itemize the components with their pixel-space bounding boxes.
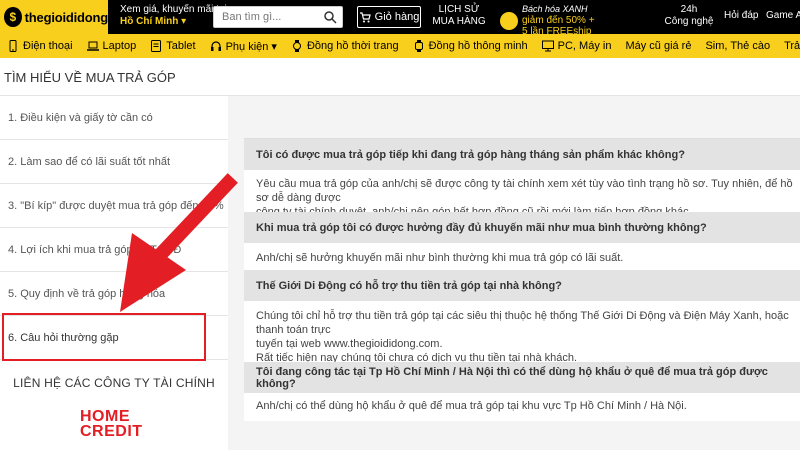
bhx-name: Bách hóa XANH [522, 4, 588, 14]
faq-question: Tôi có được mua trả góp tiếp khi đang tr… [244, 139, 800, 170]
faq-answer-line: Yêu cầu mua trả góp của anh/chị sẽ được … [256, 178, 793, 204]
faq-answer-line: Anh/chị sẽ hưởng khuyến mãi như bình thư… [256, 252, 624, 264]
search-icon[interactable] [323, 10, 337, 24]
game-app-link[interactable]: Game App [766, 10, 800, 21]
faq-question: Tôi đang công tác tại Tp Hồ Chí Minh / H… [244, 362, 800, 393]
history-line2: MUA HÀNG [432, 16, 486, 27]
sidebar-item-lai-suat[interactable]: 2. Làm sao để có lãi suất tốt nhất [0, 140, 228, 184]
faq-answer-line: tuyến tại web www.thegioididong.com. [256, 338, 443, 350]
sidebar-item-cau-hoi[interactable]: 6. Câu hỏi thường gặp [0, 316, 228, 360]
sidebar-item-label: 1. Điều kiện và giấy tờ cần có [8, 111, 153, 124]
nav-item-dien-thoai[interactable]: Điện thoại [0, 34, 80, 58]
bhx-offer-1: giảm đến 50% + [522, 15, 595, 26]
tablet-icon [151, 40, 162, 52]
location-value: Hồ Chí Minh ▾ [120, 16, 187, 27]
faq-answer: Anh/chị sẽ hưởng khuyến mãi như bình thư… [256, 251, 800, 265]
location-selector[interactable]: Xem giá, khuyến mãi tại Hồ Chí Minh ▾ [120, 4, 227, 28]
nav-label: Laptop [102, 40, 137, 52]
promo-label: Xem giá, khuyến mãi tại [120, 4, 227, 15]
site-logo[interactable]: $ thegioididong [0, 0, 108, 34]
nav-label: Trả góp, điện nư [784, 40, 800, 52]
nav-label: Điện thoại [23, 40, 73, 52]
headphone-icon [210, 41, 221, 51]
sidebar-item-label: 4. Lợi ích khi mua trả góp tại TGDĐ [8, 243, 182, 256]
sidebar-item-label: 3. "Bí kíp" được duyệt mua trả góp đến 9… [8, 199, 224, 212]
faq-panel: Tôi có được mua trả góp tiếp khi đang tr… [244, 138, 800, 421]
hc-line1: HOME [80, 408, 130, 425]
nav-item-sim-the-cao[interactable]: Sim, Thẻ cào [698, 34, 777, 58]
home-credit-logo[interactable]: HOME CREDIT [80, 408, 143, 440]
qa-link[interactable]: Hỏi đáp [724, 10, 758, 21]
sidebar-item-label: 6. Câu hỏi thường gặp [8, 331, 119, 344]
faq-question-text: Khi mua trả góp tôi có được hưởng đầy đủ… [256, 221, 707, 234]
nav-item-pc-may-in[interactable]: PC, Máy in [535, 34, 619, 58]
nav-label: Sim, Thẻ cào [705, 40, 771, 52]
faq-answer: Chúng tôi chỉ hỗ trợ thu tiền trả góp tạ… [256, 309, 800, 365]
faq-question-text: Tôi đang công tác tại Tp Hồ Chí Minh / H… [256, 365, 768, 390]
nav-item-may-cu[interactable]: Máy cũ giá rẻ [618, 34, 698, 58]
nav-item-phu-kien[interactable]: Phụ kiện ▾ [203, 34, 284, 58]
faq-question-text: Tôi có được mua trả góp tiếp khi đang tr… [256, 148, 685, 161]
nav-label: Máy cũ giá rẻ [625, 40, 692, 52]
sidebar-menu: 1. Điều kiện và giấy tờ cần có 2. Làm sa… [0, 96, 228, 450]
nav-label: Đồng hồ thông minh [428, 40, 528, 52]
tech-line2: Công nghệ [664, 16, 714, 27]
top-header: $ thegioididong Xem giá, khuyến mãi tại … [0, 0, 800, 37]
bhx-promo-banner[interactable]: Bách hóa XANH giảm đến 50% + 5 lần FREEs… [500, 4, 595, 37]
cart-button[interactable]: Giỏ hàng [357, 6, 421, 28]
sidebar-item-label: 5. Quy định về trả góp hàng hóa [8, 287, 166, 300]
search-box [213, 6, 343, 28]
faq-question-text: Thế Giới Di Động có hỗ trợ thu tiền trả … [256, 279, 562, 292]
search-input[interactable] [214, 7, 314, 27]
nav-item-dong-ho-thoi-trang[interactable]: Đồng hồ thời trang [284, 34, 406, 58]
order-history-link[interactable]: LỊCH SỬ MUA HÀNG [428, 4, 490, 28]
nav-item-tra-gop[interactable]: Trả góp, điện nư [777, 34, 800, 58]
pc-icon [541, 40, 554, 52]
logo-text: thegioididong [24, 9, 109, 25]
sidebar-item-dieu-kien[interactable]: 1. Điều kiện và giấy tờ cần có [0, 96, 228, 140]
smartwatch-icon [414, 40, 423, 52]
contact-finance-title: LIÊN HỆ CÁC CÔNG TY TÀI CHÍNH [13, 376, 215, 390]
nav-label: Tablet [166, 40, 196, 52]
logo-mark: $ [4, 7, 22, 27]
laptop-icon [86, 41, 99, 51]
faq-question: Khi mua trả góp tôi có được hưởng đầy đủ… [244, 212, 800, 243]
nav-label: Phụ kiện ▾ [225, 40, 277, 53]
faq-answer-line: Anh/chị có thể dùng hộ khẩu ở quê để mua… [256, 400, 687, 412]
bhx-logo-icon [500, 11, 518, 30]
faq-question: Thế Giới Di Động có hỗ trợ thu tiền trả … [244, 270, 800, 301]
cart-label: Giỏ hàng [374, 11, 420, 23]
history-line1: LỊCH SỬ [438, 4, 480, 15]
tech-line1: 24h [680, 4, 698, 15]
nav-item-laptop[interactable]: Laptop [80, 34, 144, 58]
faq-answer-line: Chúng tôi chỉ hỗ trợ thu tiền trả góp tạ… [256, 310, 789, 336]
sidebar-item-label: 2. Làm sao để có lãi suất tốt nhất [8, 155, 171, 168]
hc-line2: CREDIT [80, 423, 143, 440]
cart-icon [359, 12, 371, 23]
sidebar-item-loi-ich[interactable]: 4. Lợi ích khi mua trả góp tại TGDĐ [0, 228, 228, 272]
nav-label: PC, Máy in [557, 40, 612, 52]
phone-icon [9, 40, 17, 52]
tech-news-link[interactable]: 24h Công nghệ [664, 4, 714, 28]
nav-item-tablet[interactable]: Tablet [143, 34, 202, 58]
category-nav: Điện thoại Laptop Tablet Phụ kiện ▾ Đồng… [0, 34, 800, 58]
page-title: TÌM HIỂU VỀ MUA TRẢ GÓP [4, 70, 176, 85]
nav-label: Đồng hồ thời trang [306, 40, 399, 52]
nav-item-dong-ho-thong-minh[interactable]: Đồng hồ thông minh [406, 34, 535, 58]
sidebar-item-quy-dinh[interactable]: 5. Quy định về trả góp hàng hóa [0, 272, 228, 316]
bhx-text: Bách hóa XANH giảm đến 50% + 5 lần FREEs… [522, 4, 595, 37]
sidebar-item-bi-kip[interactable]: 3. "Bí kíp" được duyệt mua trả góp đến 9… [0, 184, 228, 228]
watch-icon [292, 40, 301, 52]
faq-answer: Anh/chị có thể dùng hộ khẩu ở quê để mua… [256, 399, 800, 413]
